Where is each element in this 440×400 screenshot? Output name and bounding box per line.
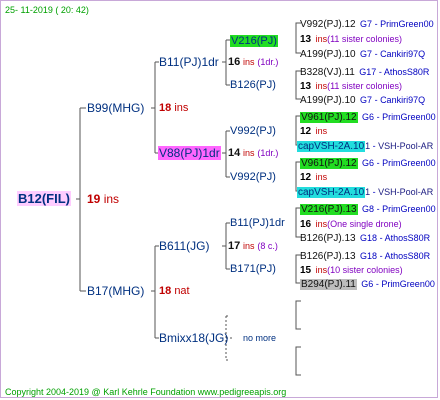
gen2-v88-count: 14 ins (1dr.) bbox=[228, 147, 279, 159]
gen2-b611-count: 17 ins (8 c.) bbox=[228, 240, 278, 252]
gen3-v216[interactable]: V216(PJ) bbox=[230, 33, 278, 48]
gen1-b99-count: 18 ins bbox=[159, 102, 189, 114]
gen3-b11[interactable]: B11(PJ)1dr bbox=[230, 216, 285, 230]
gen1-b17-name[interactable]: B17(MHG) bbox=[87, 284, 144, 298]
gen3-b171[interactable]: B171(PJ) bbox=[230, 262, 276, 276]
gen4-row[interactable]: capVSH-2A.101 - VSH-Pool-AR bbox=[297, 138, 433, 154]
bracket-empty-1 bbox=[295, 300, 301, 330]
gen4-row[interactable]: A199(PJ).10 G7 - Cankiri97Q bbox=[300, 92, 425, 108]
gen4-row[interactable]: V992(PJ).12 G7 - PrimGreen00 bbox=[300, 16, 434, 32]
gen2-bmixx-note: no more bbox=[243, 333, 277, 343]
gen2-b11-count: 16 ins (1dr.) bbox=[228, 56, 279, 68]
gen4-row[interactable]: B126(PJ).13 G18 - AthosS80R bbox=[300, 230, 430, 246]
gen4-count-row: 12 ins bbox=[300, 172, 328, 183]
gen4-row[interactable]: capVSH-2A.101 - VSH-Pool-AR bbox=[297, 184, 433, 200]
gen3-v992-a[interactable]: V992(PJ) bbox=[230, 124, 276, 138]
connector-root bbox=[76, 107, 86, 292]
root-count: 19 ins bbox=[87, 192, 120, 206]
gen2-bmixx-name[interactable]: Bmixx18(JG) bbox=[159, 331, 228, 345]
gen2-v88-name[interactable]: V88(PJ)1dr bbox=[158, 146, 221, 160]
gen3-b126[interactable]: B126(PJ) bbox=[230, 78, 276, 92]
root-node[interactable]: B12(FIL) bbox=[17, 191, 71, 206]
gen2-b11-name[interactable]: B11(PJ)1dr bbox=[159, 55, 219, 69]
gen4-row[interactable]: V216(PJ).13 G8 - PrimGreen00 bbox=[300, 201, 436, 217]
connector-b99 bbox=[151, 61, 159, 154]
bracket-empty-2 bbox=[295, 346, 301, 376]
gen4-row[interactable]: B294(PJ).11 G6 - PrimGreen00 bbox=[300, 276, 435, 292]
connector-b17 bbox=[151, 245, 159, 339]
gen1-b17-count: 18 nat bbox=[159, 285, 190, 297]
timestamp: 25- 11-2019 ( 20: 42) bbox=[5, 5, 89, 15]
gen4-count-row: 12 ins bbox=[300, 126, 328, 137]
gen3-v992-b[interactable]: V992(PJ) bbox=[230, 170, 276, 184]
gen4-row[interactable]: A199(PJ).10 G7 - Cankiri97Q bbox=[300, 46, 425, 62]
root-name[interactable]: B12(FIL) bbox=[17, 191, 71, 206]
gen4-count-row: 13 ins(11 sister colonies) bbox=[300, 34, 402, 45]
gen2-b611-name[interactable]: B611(JG) bbox=[159, 239, 209, 253]
copyright-footer: Copyright 2004-2019 @ Karl Kehrle Founda… bbox=[5, 387, 287, 397]
gen1-b99-name[interactable]: B99(MHG) bbox=[87, 101, 144, 115]
